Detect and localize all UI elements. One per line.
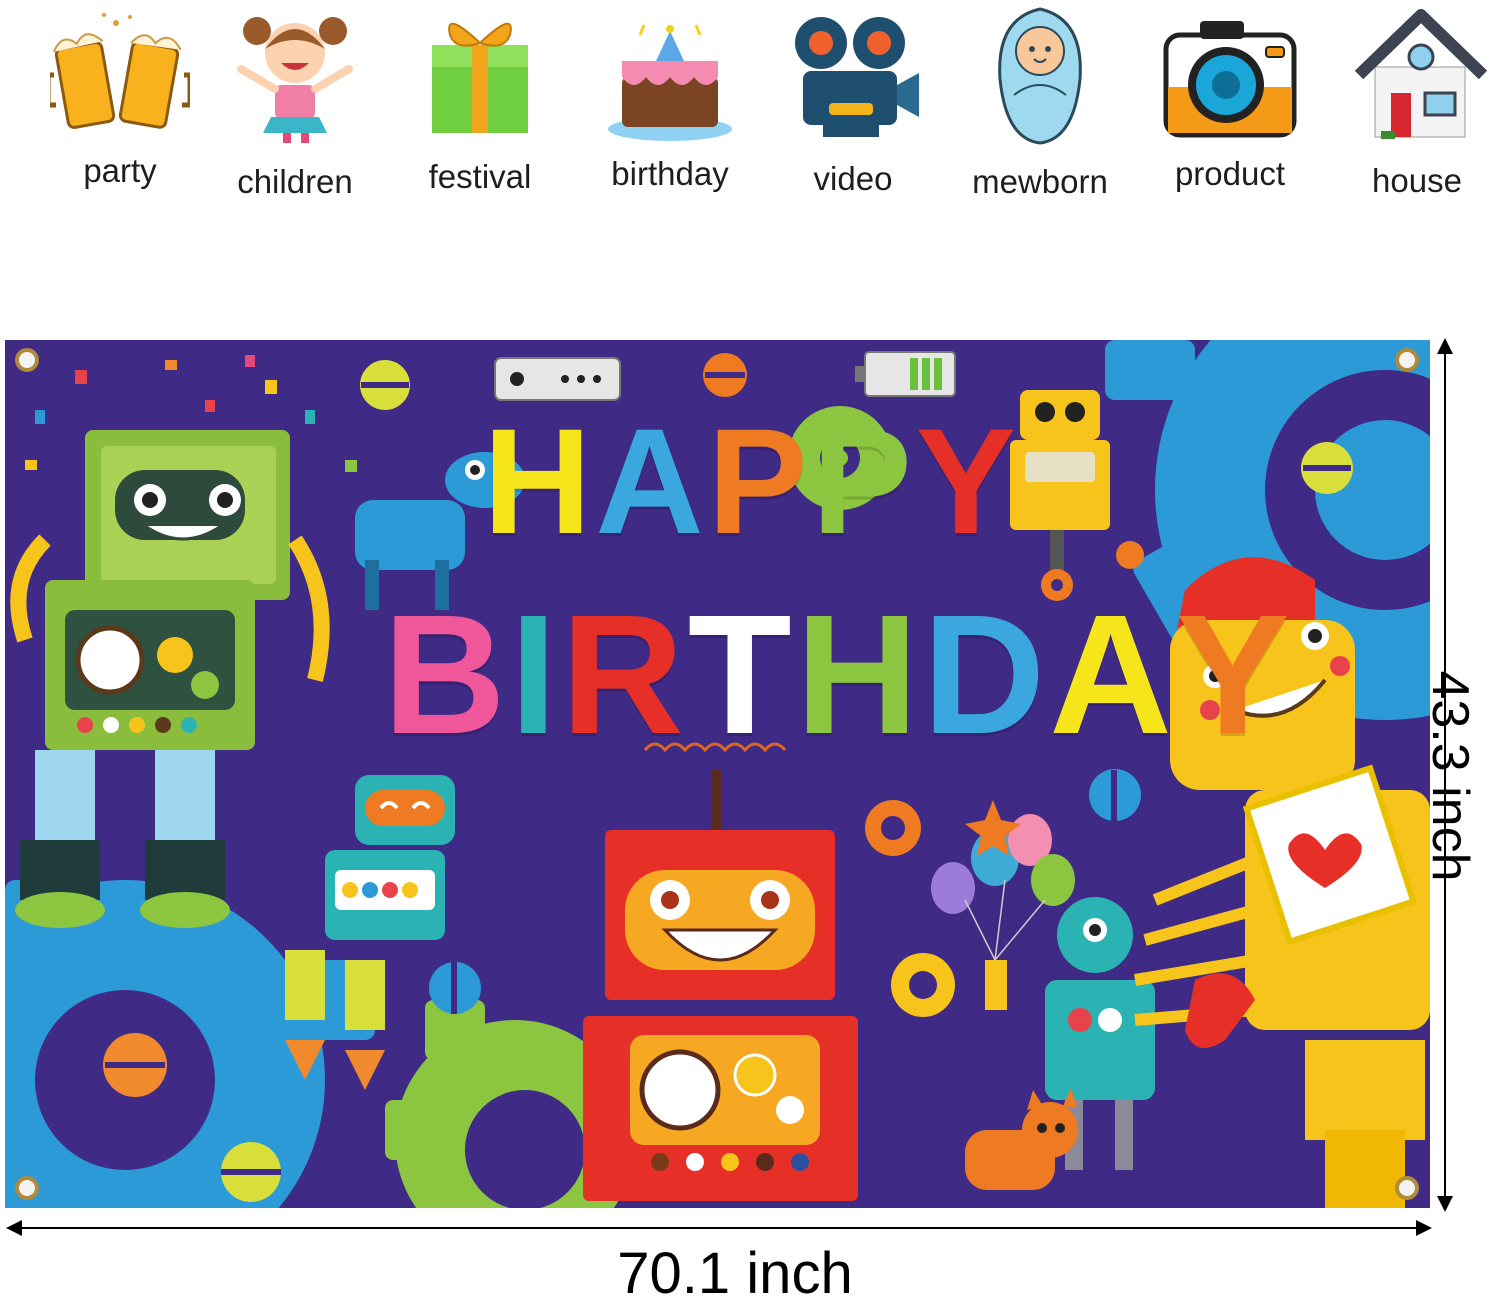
title-letter: I [509, 580, 562, 770]
banner-title-birthday: B I R T H D A Y [383, 590, 1293, 760]
photo-camera-icon [1163, 21, 1297, 138]
banner-title-happy: H A P P Y [483, 406, 1020, 556]
title-letter: D [922, 580, 1050, 770]
yellow-small-gear [891, 953, 955, 1017]
birthday-backdrop-banner: H A P P Y B I R T H D A Y [5, 340, 1430, 1208]
use-case-house: house [1332, 0, 1500, 220]
use-case-product: product [1145, 0, 1315, 220]
use-case-birthday: birthday [585, 0, 755, 220]
height-label: 43.3 inch [1421, 670, 1479, 882]
use-case-label: party [83, 152, 157, 189]
title-letter: Y [1175, 580, 1294, 770]
height-dimension: 43.3 inch [1421, 336, 1500, 1216]
title-letter: P [707, 397, 812, 565]
house-icon [1354, 9, 1487, 139]
title-letter: A [595, 397, 708, 565]
use-case-label: children [237, 163, 353, 200]
use-case-party: party [35, 0, 205, 220]
title-letter: P [811, 397, 916, 565]
use-case-label: birthday [611, 155, 729, 192]
use-case-festival: festival [395, 0, 565, 220]
beer-mugs-icon [50, 13, 190, 129]
title-letter: H [483, 397, 596, 565]
use-case-video: video [768, 0, 938, 220]
cake-icon [608, 24, 732, 141]
use-case-label: mewborn [972, 163, 1108, 200]
width-dimension: 70.1 inch [0, 1210, 1500, 1306]
use-case-label: product [1174, 155, 1286, 192]
title-letter: T [687, 580, 796, 770]
title-letter: B [383, 580, 510, 770]
use-case-label: festival [428, 158, 532, 195]
use-case-children: children [210, 0, 380, 220]
video-camera-icon [795, 17, 919, 137]
use-case-row: party children festival birthday video m… [0, 0, 1500, 230]
width-label: 70.1 inch [617, 1241, 853, 1306]
title-letter: A [1049, 580, 1176, 770]
gift-box-icon [432, 22, 528, 133]
child-icon [237, 17, 353, 143]
use-case-label: video [813, 160, 893, 197]
title-letter: Y [915, 397, 1020, 565]
use-case-newborn: mewborn [955, 0, 1125, 220]
orange-small-gear [865, 800, 921, 856]
title-letter: R [561, 580, 688, 770]
swaddled-baby-icon [998, 7, 1082, 145]
use-case-label: house [1372, 162, 1462, 199]
title-letter: H [795, 580, 923, 770]
